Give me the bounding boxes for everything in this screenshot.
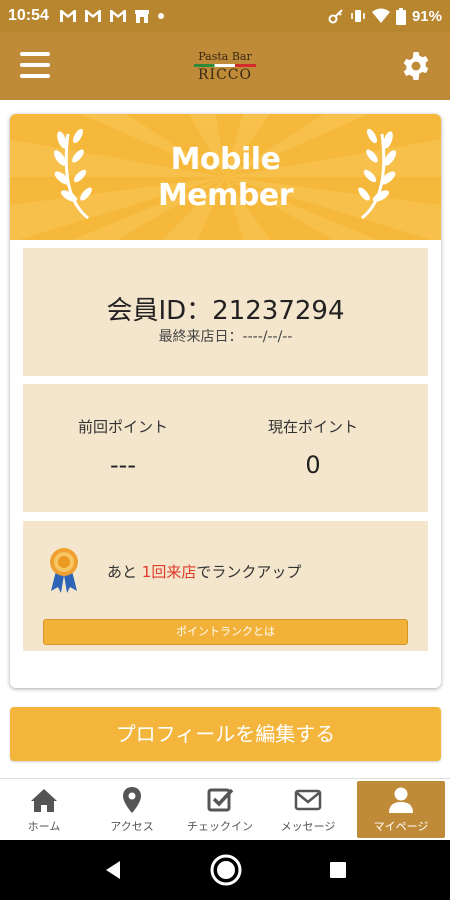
previous-points-value: --- (110, 451, 136, 479)
mobile-member-banner: Mobile Member (10, 114, 441, 240)
nav-access[interactable]: アクセス (88, 779, 176, 840)
nav-home-label: ホーム (27, 820, 61, 833)
nav-mypage-label: マイページ (373, 820, 429, 833)
logo-small-text: Pasta Bar (198, 49, 252, 63)
vibrate-icon (351, 10, 365, 22)
nav-checkin[interactable]: チェックイン (176, 779, 264, 840)
rank-suffix: でランクアップ (196, 563, 302, 581)
envelope-icon (294, 789, 322, 811)
dot-icon (157, 13, 164, 19)
hamburger-menu-icon[interactable] (20, 52, 50, 78)
store-icon (134, 10, 149, 23)
previous-points-label: 前回ポイント (77, 418, 168, 436)
brand-logo: Pasta Bar RICCO (194, 51, 256, 82)
nav-home[interactable]: ホーム (0, 779, 88, 840)
back-icon[interactable] (102, 859, 124, 881)
status-time: 10:54 (8, 7, 49, 24)
battery-icon (395, 7, 406, 25)
medal-icon (50, 548, 78, 593)
rank-panel: あと 1回来店でランクアップ ポイントランクとは (23, 521, 428, 651)
system-status-icons: 91% (328, 7, 442, 25)
gear-icon[interactable] (400, 50, 432, 82)
gmail-icon (84, 10, 101, 22)
member-card: Mobile Member 会員ID：21237294 最終来店日：----/-… (10, 114, 441, 688)
member-id-panel: 会員ID：21237294 最終来店日：----/--/-- (23, 248, 428, 376)
app-header: Pasta Bar RICCO (0, 32, 450, 100)
person-icon (389, 787, 413, 813)
rank-visits-remaining: 1回来店 (141, 563, 197, 581)
gmail-icon (109, 10, 126, 22)
point-rank-info-button[interactable]: ポイントランクとは (43, 619, 408, 645)
checkbox-icon (207, 788, 234, 812)
home-circle-icon[interactable] (209, 853, 243, 887)
rank-prefix: あと (107, 563, 138, 581)
wifi-icon (371, 8, 390, 23)
current-points-label: 現在ポイント (267, 418, 358, 436)
nav-message-label: メッセージ (280, 820, 336, 833)
current-points: 現在ポイント 0 (213, 416, 413, 479)
bottom-navigation: ホーム アクセス チェックイン メッセージ マイページ (0, 778, 450, 840)
nav-message[interactable]: メッセージ (264, 779, 352, 840)
key-icon (328, 9, 343, 24)
notification-icons (59, 8, 165, 24)
system-navigation-bar (0, 840, 450, 900)
member-id: 会員ID：21237294 (106, 296, 345, 326)
battery-percent: 91% (411, 7, 442, 25)
gmail-icon (59, 10, 76, 22)
recents-icon[interactable] (328, 860, 348, 880)
points-panel: 前回ポイント --- 現在ポイント 0 (23, 384, 428, 512)
edit-profile-button[interactable]: プロフィールを編集する (10, 707, 441, 761)
nav-mypage[interactable]: マイページ (357, 781, 445, 838)
nav-checkin-label: チェックイン (187, 820, 253, 833)
home-icon (31, 789, 57, 812)
logo-big-text: RICCO (198, 66, 252, 83)
previous-points: 前回ポイント --- (23, 416, 223, 479)
nav-access-label: アクセス (110, 820, 154, 833)
last-visit-date: 最終来店日：----/--/-- (158, 329, 293, 345)
status-bar: 10:54 91% (0, 0, 450, 32)
laurel-icon (358, 128, 397, 220)
map-pin-icon (123, 787, 141, 813)
current-points-value: 0 (305, 451, 321, 479)
rank-up-message: あと 1回来店でランクアップ (107, 561, 301, 582)
